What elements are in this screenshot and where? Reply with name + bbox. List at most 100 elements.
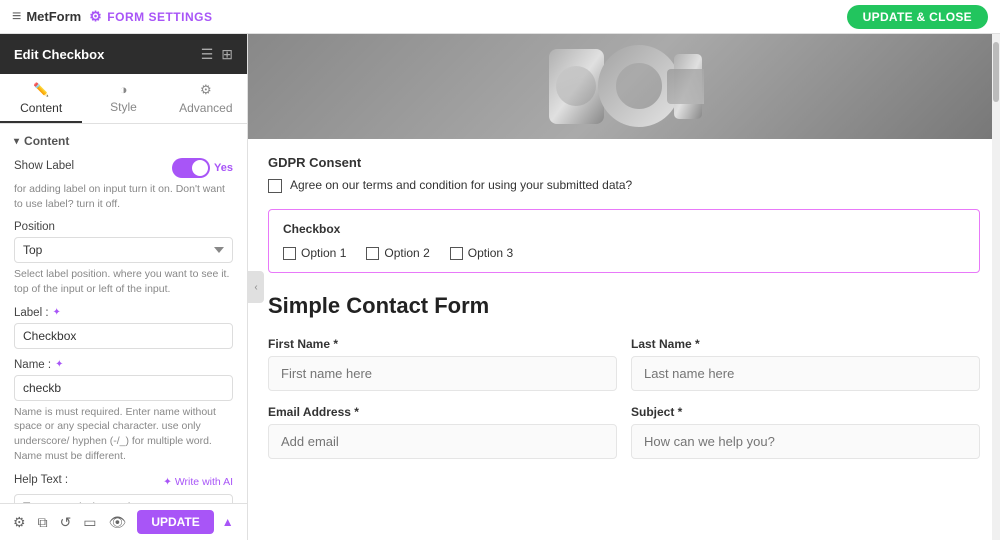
option-2-label: Option 2 [384,246,429,260]
chat-icon[interactable]: ▭ [80,511,99,534]
subject-input[interactable] [631,424,980,459]
preview-content: GDPR Consent Agree on our terms and cond… [248,139,1000,475]
gdpr-section: GDPR Consent Agree on our terms and cond… [268,155,980,193]
logo-icon: ≡ [12,8,21,26]
image-inner [248,34,1000,139]
label-field-row: Label : ✦ [14,307,233,349]
preview-image [248,34,1000,139]
star-icon: ✦ [53,307,61,318]
scrollbar-thumb[interactable] [993,42,999,102]
show-label-label: Show Label [14,160,74,172]
gdpr-row: Agree on our terms and condition for usi… [268,178,980,193]
content-tab-label: Content [20,101,62,115]
label-field-label: Label : ✦ [14,307,233,319]
settings-bottom-icon[interactable]: ⚙ [10,511,29,534]
sidebar-bottom: ⚙ ⧉ ↺ ▭ 👁 UPDATE ▲ [0,503,247,540]
layers-icon[interactable]: ⧉ [35,511,51,534]
style-tab-icon: ◑ [120,82,128,97]
option-2-checkbox[interactable] [366,247,379,260]
position-row: Position Top Left Select label position.… [14,221,233,296]
logo-text: MetForm [26,9,81,24]
tab-content[interactable]: ✏️ Content [0,74,82,123]
help-text-label: Help Text : [14,474,68,486]
preview-area: ‹ GDPR Consent Agree on our terms and co… [248,34,1000,540]
help-text-row: Help Text : ✦ Write with AI [14,474,233,504]
email-field: Email Address * [268,405,617,459]
checkbox-section-title: Checkbox [283,222,965,236]
name-hint: Name is must required. Enter name withou… [14,405,233,464]
name-field-row: Name : ✦ Name is must required. Enter na… [14,359,233,464]
sidebar-header-icons: ☰ ⊞ [201,46,233,63]
last-name-field: Last Name * [631,337,980,391]
hamburger-icon[interactable]: ☰ [201,46,214,63]
content-tab-icon: ✏️ [33,82,49,98]
update-close-button[interactable]: UPDATE & CLOSE [847,5,988,29]
name-field-label: Name : ✦ [14,359,233,371]
label-field-input[interactable] [14,323,233,349]
help-text-input[interactable] [14,494,233,504]
option-1-label: Option 1 [301,246,346,260]
show-label-hint: for adding label on input turn it on. Do… [14,182,233,211]
form-settings-button[interactable]: ⚙ FORM SETTINGS [89,8,212,25]
first-name-label: First Name * [268,337,617,351]
position-select[interactable]: Top Left [14,237,233,263]
form-settings-label: FORM SETTINGS [107,10,212,24]
update-button[interactable]: UPDATE [137,510,213,534]
checkbox-options: Option 1 Option 2 Option 3 [283,246,965,260]
sidebar-title: Edit Checkbox [14,47,104,62]
gdpr-checkbox[interactable] [268,179,282,193]
last-name-input[interactable] [631,356,980,391]
checkbox-option-3: Option 3 [450,246,513,260]
show-label-row: Show Label Yes for adding label on input… [14,158,233,211]
name-field-input[interactable] [14,375,233,401]
eye-icon[interactable]: 👁 [106,511,130,534]
sidebar-content: ▾ Content Show Label Yes for adding labe… [0,124,247,503]
position-hint: Select label position. where you want to… [14,267,233,296]
first-name-input[interactable] [268,356,617,391]
style-tab-label: Style [110,100,137,114]
tab-style[interactable]: ◑ Style [82,74,164,123]
advanced-tab-label: Advanced [179,101,232,115]
sidebar-header: Edit Checkbox ☰ ⊞ [0,34,247,74]
content-section-title: ▾ Content [14,134,233,148]
checkbox-option-1: Option 1 [283,246,346,260]
email-label: Email Address * [268,405,617,419]
gdpr-text: Agree on our terms and condition for usi… [290,178,632,192]
chevron-up-icon[interactable]: ▲ [222,515,234,529]
position-label: Position [14,221,233,233]
arrow-icon: ▾ [14,136,19,147]
gdpr-title: GDPR Consent [268,155,980,170]
toggle-row: Yes [172,158,233,178]
gear-icon: ⚙ [89,8,102,25]
section-title-text: Content [24,134,69,148]
subject-label: Subject * [631,405,980,419]
checkbox-section: Checkbox Option 1 Option 2 Option 3 [268,209,980,273]
form-fields-grid: First Name * Last Name * Email Address *… [268,337,980,459]
collapse-panel-button[interactable]: ‹ [248,271,264,303]
scrollbar-track [992,34,1000,540]
sidebar-tabs: ✏️ Content ◑ Style ⚙ Advanced [0,74,247,124]
grid-icon[interactable]: ⊞ [221,46,233,63]
name-star-icon: ✦ [55,359,63,370]
top-bar: ≡ MetForm ⚙ FORM SETTINGS UPDATE & CLOSE [0,0,1000,34]
tab-advanced[interactable]: ⚙ Advanced [165,74,247,123]
email-input[interactable] [268,424,617,459]
toggle-value: Yes [214,162,233,174]
show-label-toggle[interactable] [172,158,210,178]
option-1-checkbox[interactable] [283,247,296,260]
main-layout: Edit Checkbox ☰ ⊞ ✏️ Content ◑ Style ⚙ A… [0,34,1000,540]
advanced-tab-icon: ⚙ [200,82,212,98]
metform-logo: ≡ MetForm [12,8,81,26]
first-name-field: First Name * [268,337,617,391]
top-bar-left: ≡ MetForm ⚙ FORM SETTINGS [12,8,212,26]
option-3-label: Option 3 [468,246,513,260]
metal-parts-image [544,39,704,134]
write-with-ai-button[interactable]: ✦ Write with AI [163,476,233,488]
subject-field: Subject * [631,405,980,459]
last-name-label: Last Name * [631,337,980,351]
form-title: Simple Contact Form [268,293,980,319]
checkbox-option-2: Option 2 [366,246,429,260]
option-3-checkbox[interactable] [450,247,463,260]
sidebar: Edit Checkbox ☰ ⊞ ✏️ Content ◑ Style ⚙ A… [0,34,248,540]
history-icon[interactable]: ↺ [57,511,75,534]
